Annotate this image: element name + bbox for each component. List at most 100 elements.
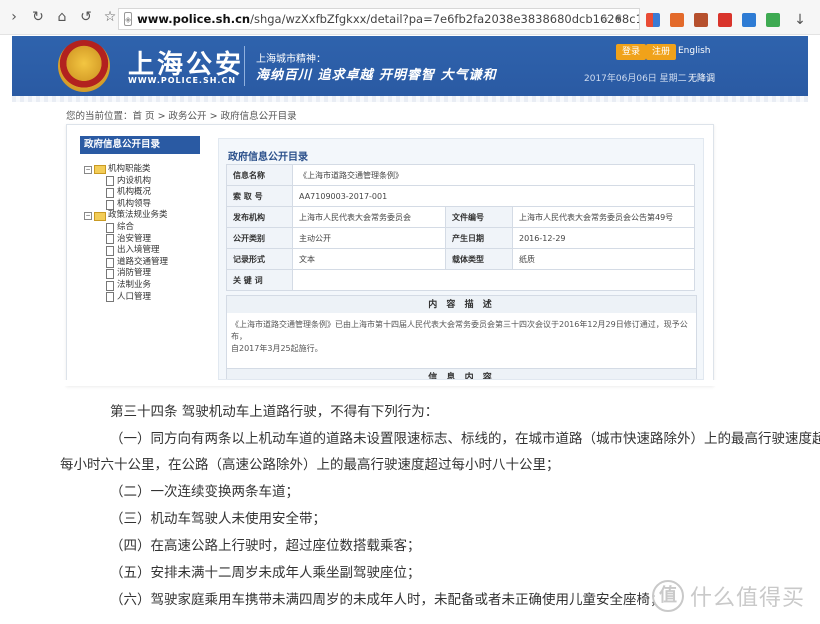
publisher-value: 上海市人民代表大会常务委员会 — [292, 206, 446, 228]
document-icon — [106, 199, 114, 210]
tree-group-org[interactable]: − 机构职能类 — [84, 164, 168, 176]
table-row: 记录形式 文本 载体类型 纸质 — [226, 248, 695, 270]
article-line: 第三十四条 驾驶机动车上道路行驶，不得有下列行为： — [110, 404, 439, 420]
home-icon[interactable]: ⌂ — [52, 7, 72, 27]
sidebar-title: 政府信息公开目录 — [80, 136, 200, 154]
keywords-label: 关 键 词 — [226, 269, 293, 291]
screenshot-extension-icon[interactable] — [766, 13, 780, 27]
watermark-logo-icon: 值 — [652, 580, 684, 612]
table-row: 公开类别 主动公开 产生日期 2016-12-29 — [226, 227, 695, 249]
document-icon — [106, 222, 114, 233]
index-value: AA7109003-2017-001 — [292, 185, 695, 207]
tree-item[interactable]: 消防管理 — [84, 268, 168, 280]
police-emblem-icon — [58, 40, 110, 92]
breadcrumb: 您的当前位置：首 页 > 政务公开 > 政府信息公开目录 — [66, 108, 297, 122]
tree-group-label: 机构职能类 — [108, 164, 151, 174]
format-value: 文本 — [292, 248, 446, 270]
index-label: 索 取 号 — [226, 185, 293, 207]
category-value: 主动公开 — [292, 227, 446, 249]
date-label: 产生日期 — [445, 227, 513, 249]
table-row: 信息名称 《上海市道路交通管理条例》 — [226, 164, 695, 186]
content-header: 信 息 内 容 — [226, 368, 697, 379]
publisher-label: 发布机构 — [226, 206, 293, 228]
bookmark-star-icon[interactable]: ☆ — [600, 12, 610, 25]
tree-group-policy[interactable]: − 政策法规业务类 — [84, 210, 168, 222]
tree-item[interactable]: 出入境管理 — [84, 245, 168, 257]
document-icon — [106, 269, 114, 280]
login-button[interactable]: 登录 — [616, 44, 647, 60]
tree-item[interactable]: 内设机构 — [84, 176, 168, 188]
download-icon[interactable]: ↓ — [790, 10, 810, 30]
category-label: 公开类别 — [226, 227, 293, 249]
article-line: （三）机动车驾驶人未使用安全带； — [110, 511, 326, 527]
dropdown-arrow-icon[interactable]: ▾ — [616, 12, 622, 25]
tree-item[interactable]: 机构概况 — [84, 187, 168, 199]
breadcrumb-separator: > — [206, 111, 221, 122]
carrier-value: 纸质 — [512, 248, 695, 270]
url-host: www.police.sh.cn — [137, 12, 251, 26]
description-body: 《上海市道路交通管理条例》已由上海市第十四届人民代表大会常务委员会第三十四次会议… — [226, 313, 697, 372]
tree-item[interactable]: 道路交通管理 — [84, 257, 168, 269]
description-text: 《上海市道路交通管理条例》已由上海市第十四届人民代表大会常务委员会第三十四次会议… — [231, 320, 688, 341]
news-extension-icon[interactable] — [718, 13, 732, 27]
tree-item[interactable]: 综合 — [84, 222, 168, 234]
document-icon — [106, 187, 114, 198]
tree-group-label: 政策法规业务类 — [108, 210, 168, 221]
info-table: 信息名称 《上海市道路交通管理条例》 索 取 号 AA7109003-2017-… — [226, 164, 695, 291]
article-line: （四）在高速公路上行驶时，超过座位数搭载乘客； — [110, 538, 421, 554]
undo-icon[interactable]: ↺ — [76, 7, 96, 27]
tree-item-label: 治安管理 — [117, 233, 152, 244]
reload-icon[interactable]: ↻ — [28, 7, 48, 27]
english-link[interactable]: English — [678, 46, 711, 56]
tool-extension-icon[interactable] — [694, 13, 708, 27]
tree-item[interactable]: 机构领导 — [84, 199, 168, 211]
header-date: 2017年06月06日 星期二 — [584, 74, 687, 84]
url-path: /shga/wzXxfbZfgkxx/detail?pa=7e6fb2fa203… — [250, 12, 640, 26]
catalog-tree: − 机构职能类 内设机构 机构概况 机构领导 − 政策法规业务类 综合 治安管理… — [84, 164, 168, 303]
detail-title: 政府信息公开目录 — [228, 152, 308, 163]
breadcrumb-section[interactable]: 政务公开 — [169, 111, 207, 122]
document-icon — [106, 257, 114, 268]
tree-item-label: 道路交通管理 — [117, 256, 169, 267]
grid-extension-icon[interactable] — [646, 13, 660, 27]
table-row: 关 键 词 — [226, 269, 695, 291]
table-row: 索 取 号 AA7109003-2017-001 — [226, 185, 695, 207]
folder-icon — [94, 211, 106, 221]
tree-item-label: 人口管理 — [117, 291, 152, 302]
register-button[interactable]: 注册 — [646, 44, 677, 60]
tree-item[interactable]: 法制业务 — [84, 280, 168, 292]
document-icon — [106, 234, 114, 245]
table-row: 发布机构 上海市人民代表大会常务委员会 文件编号 上海市人民代表大会常务委员会公… — [226, 206, 695, 228]
info-name-label: 信息名称 — [226, 164, 293, 186]
breadcrumb-current: 政府信息公开目录 — [220, 111, 297, 122]
document-icon — [106, 176, 114, 187]
tree-item[interactable]: 治安管理 — [84, 234, 168, 246]
article-line: 每小时六十公里，在公路（高速公路除外）上的最高行驶速度超过每小时八十公里； — [60, 457, 560, 473]
reader-extension-icon[interactable] — [670, 13, 684, 27]
shield-icon: ◈ — [124, 12, 133, 26]
translate-extension-icon[interactable] — [742, 13, 756, 27]
chevron-right-icon[interactable]: › — [4, 7, 24, 27]
carrier-label: 载体类型 — [445, 248, 513, 270]
document-icon — [106, 280, 114, 291]
city-spirit-title: 上海城市精神： — [256, 54, 326, 65]
collapse-icon[interactable]: − — [84, 165, 92, 174]
star-icon[interactable]: ☆ — [100, 7, 120, 27]
tree-item[interactable]: 人口管理 — [84, 292, 168, 304]
site-logo-url: WWW.POLICE.SH.CN — [128, 76, 237, 85]
breadcrumb-prefix: 您的当前位置： — [66, 111, 133, 122]
description-text: 自2017年3月25起施行。 — [231, 344, 323, 353]
article-line: （六）驾驶家庭乘用车携带未满四周岁的未成年人时，未配备或者未正确使用儿童安全座椅… — [110, 592, 664, 608]
address-actions: ☆ ▾ — [600, 12, 621, 25]
breadcrumb-home[interactable]: 首 页 — [133, 111, 155, 122]
header-strip — [12, 96, 808, 102]
extension-icons: ↓ — [646, 10, 810, 30]
watermark: 值 什么值得买 — [652, 580, 805, 612]
docno-label: 文件编号 — [445, 206, 513, 228]
article-line: （二）一次连续变换两条车道； — [110, 484, 299, 500]
article-line: （五）安排未满十二周岁未成年人乘坐副驾驶座位； — [110, 565, 421, 581]
document-icon — [106, 292, 114, 303]
address-bar[interactable]: ◈ www.police.sh.cn/shga/wzXxfbZfgkxx/det… — [118, 8, 640, 30]
collapse-icon[interactable]: − — [84, 212, 92, 221]
tree-item-label: 综合 — [117, 221, 135, 232]
